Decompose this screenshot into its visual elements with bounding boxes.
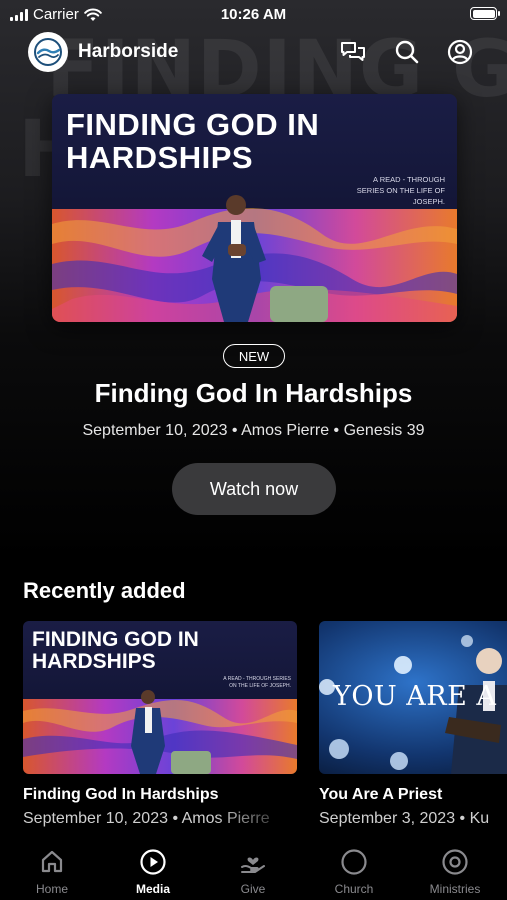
thumbnail-art-title: YOU ARE A PRIEST — [333, 681, 507, 712]
tab-home[interactable]: Home — [2, 848, 102, 896]
thumbnail-series-caption: A READ - THROUGH SERIES ON THE LIFE OF J… — [223, 676, 291, 689]
tab-label: Home — [35, 882, 68, 896]
church-logo[interactable] — [28, 32, 68, 72]
media-card[interactable]: FINDING GOD IN HARDSHIPS A READ - THROUG… — [23, 621, 297, 828]
watch-now-button[interactable]: Watch now — [172, 463, 336, 515]
tab-media[interactable]: Media — [103, 848, 203, 896]
tab-bar: Home Media Give Church Ministries — [0, 840, 507, 900]
tab-label: Ministries — [429, 882, 481, 896]
status-bar: Carrier 10:26 AM — [0, 0, 507, 28]
media-card-thumbnail[interactable]: YOU ARE A PRIEST — [319, 621, 507, 774]
home-icon — [41, 850, 63, 873]
app-header: Harborside — [0, 30, 507, 76]
chat-icon[interactable] — [339, 38, 367, 66]
circle-icon — [341, 849, 367, 875]
artwork-title: FINDING GOD IN HARDSHIPS — [66, 107, 320, 175]
tab-label: Church — [334, 882, 374, 896]
tab-church[interactable]: Church — [304, 848, 404, 896]
wave-logo-icon — [34, 38, 62, 66]
play-circle-icon — [140, 849, 166, 875]
recently-added-heading: Recently added — [23, 578, 186, 603]
target-circle-icon — [442, 849, 468, 875]
new-badge: NEW — [223, 344, 285, 368]
hero-sermon-artwork[interactable]: FINDING GOD IN HARDSHIPS A READ - THROUG… — [52, 94, 457, 322]
tab-ministries[interactable]: Ministries — [405, 848, 505, 896]
media-card-thumbnail[interactable]: FINDING GOD IN HARDSHIPS A READ - THROUG… — [23, 621, 297, 774]
thumbnail-art-title: FINDING GOD IN HARDSHIPS — [32, 628, 199, 673]
media-card-meta: September 10, 2023 • Amos Pierre — [23, 810, 270, 827]
profile-icon[interactable] — [446, 38, 474, 66]
status-time: 10:26 AM — [220, 6, 287, 23]
media-card-title: Finding God In Hardships — [23, 786, 219, 803]
battery-icon — [470, 7, 500, 20]
media-card-title: You Are A Priest — [319, 786, 443, 803]
hero-meta: September 10, 2023 • Amos Pierre • Genes… — [82, 422, 425, 439]
artwork-series-caption: A READ - THROUGH SERIES ON THE LIFE OF J… — [356, 175, 445, 206]
media-card[interactable]: YOU ARE A PRIEST You Are A Priest Septem… — [319, 621, 507, 828]
hero-title: Finding God In Hardships — [94, 378, 413, 408]
search-icon[interactable] — [393, 38, 421, 66]
recently-added-rail[interactable]: FINDING GOD IN HARDSHIPS A READ - THROUG… — [23, 621, 507, 836]
tab-label: Media — [135, 882, 170, 896]
tab-give[interactable]: Give — [203, 848, 303, 896]
app-name: Harborside — [78, 41, 179, 62]
tab-label: Give — [240, 882, 266, 896]
give-heart-icon — [241, 857, 265, 873]
media-card-meta: September 3, 2023 • Ku — [319, 810, 490, 827]
